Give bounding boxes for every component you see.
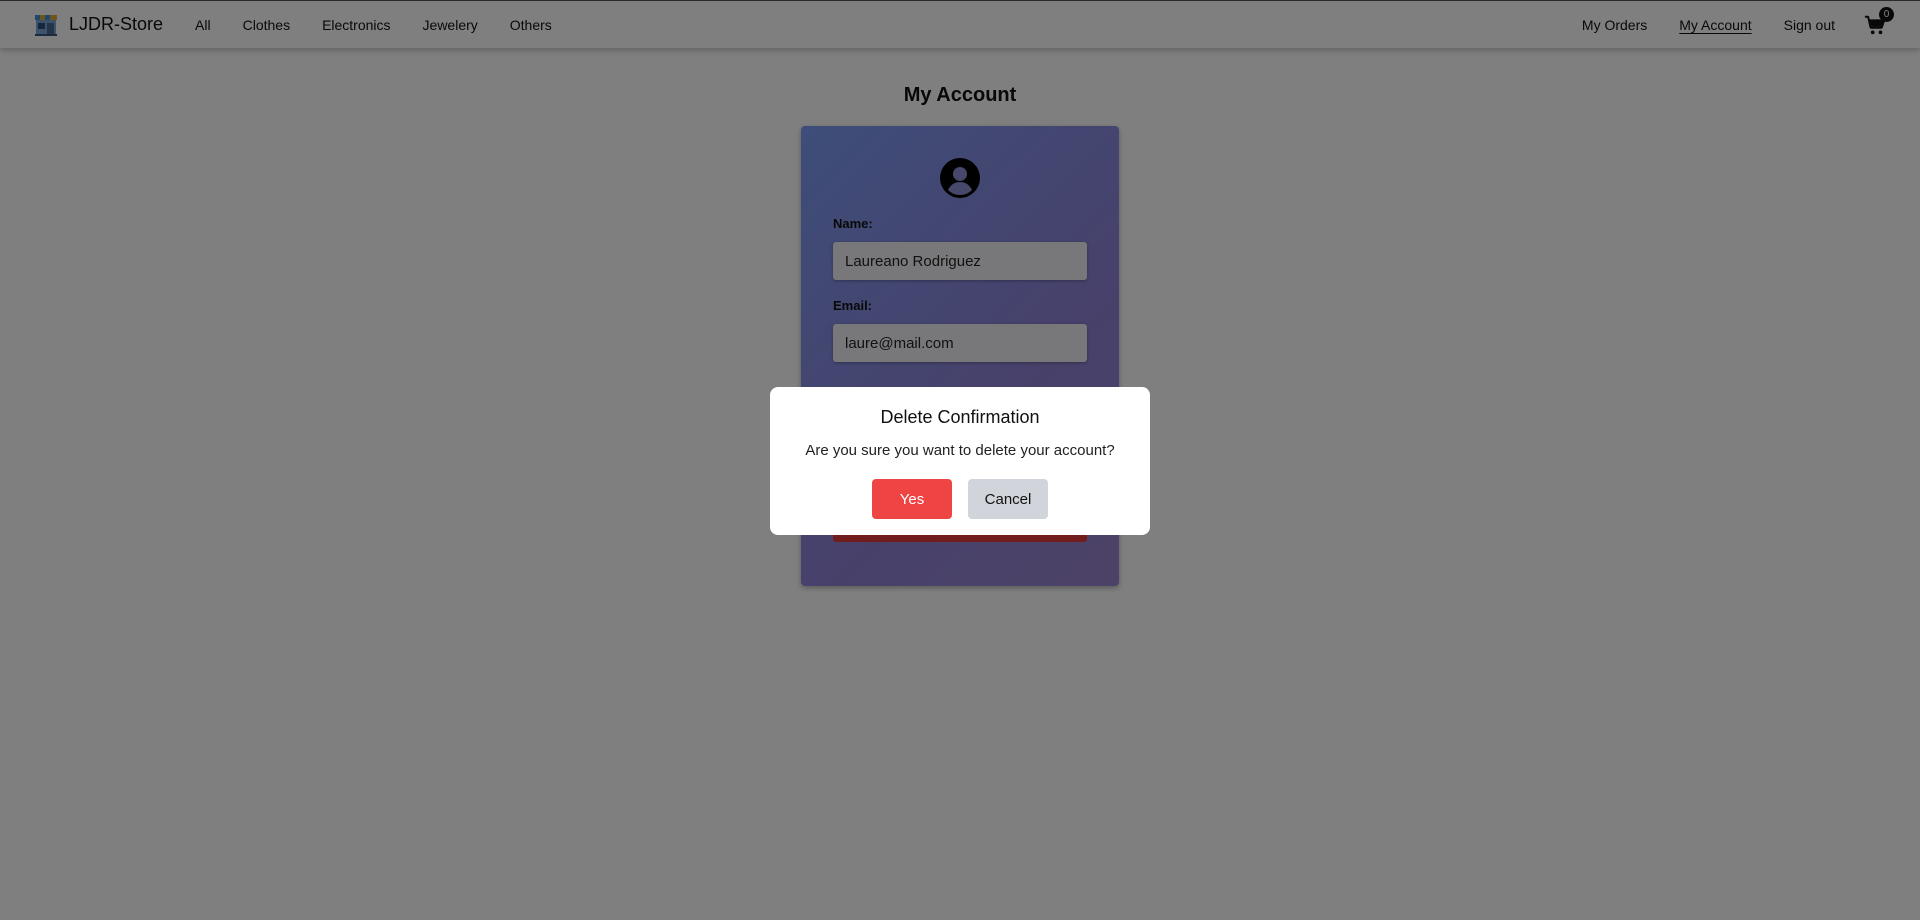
confirm-yes-button[interactable]: Yes (872, 479, 952, 519)
dialog-message: Are you sure you want to delete your acc… (805, 442, 1115, 459)
cancel-button[interactable]: Cancel (968, 479, 1048, 519)
dialog-title: Delete Confirmation (880, 407, 1040, 427)
delete-confirmation-dialog: Delete Confirmation Are you sure you wan… (770, 387, 1150, 535)
